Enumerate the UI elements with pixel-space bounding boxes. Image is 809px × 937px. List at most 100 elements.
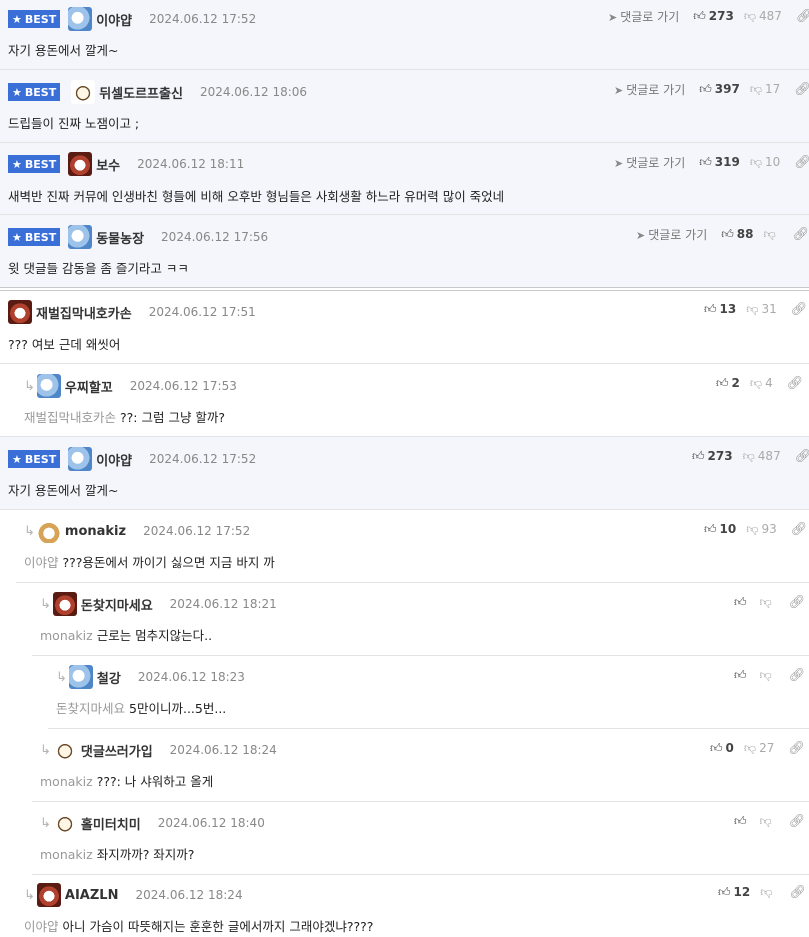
avatar[interactable] (52, 738, 77, 762)
link-icon[interactable]: 🔗︎ (789, 814, 806, 829)
downvote-button[interactable]: 👎︎ 487 (743, 449, 781, 464)
nickname[interactable]: 이야얍 (96, 450, 132, 469)
downvote-button[interactable]: 👎︎ 93 (746, 522, 776, 537)
downvote-button[interactable]: 👎︎ (760, 595, 775, 610)
avatar[interactable] (36, 519, 61, 543)
nickname[interactable]: AIAZLN (65, 888, 119, 903)
downvote-button[interactable]: 👎︎ (763, 227, 778, 242)
upvote-button[interactable]: 👍︎ 10 (704, 522, 736, 537)
avatar[interactable] (52, 811, 77, 835)
nickname[interactable]: 재벌집막내호카손 (36, 303, 132, 322)
upvote-button[interactable]: 👍︎ 88 (721, 227, 753, 242)
thumbs-up-icon: 👍︎ (692, 448, 705, 463)
upvote-button[interactable]: 👍︎ 273 (692, 449, 733, 464)
downvote-button[interactable]: 👎︎ 17 (750, 82, 780, 97)
goto-reply-link[interactable]: ➤ 댓글로 가기 (614, 81, 685, 98)
timestamp: 2024.06.12 18:40 (157, 816, 265, 830)
link-icon[interactable]: 🔗︎ (789, 595, 806, 610)
downvote-button[interactable]: 👎︎ 487 (744, 9, 782, 24)
nickname[interactable]: monakiz (65, 524, 126, 539)
link-icon[interactable]: 🔗︎ (788, 741, 805, 756)
link-icon[interactable]: 🔗︎ (793, 227, 809, 242)
nickname[interactable]: 보수 (96, 155, 120, 174)
send-icon: ➤ (614, 83, 624, 97)
downvote-button[interactable]: 👎︎ 31 (746, 302, 776, 317)
link-icon[interactable]: 🔗︎ (795, 449, 809, 464)
thumbs-up-icon: 👍︎ (734, 813, 747, 828)
upvote-button[interactable]: 👍︎ (734, 668, 750, 683)
upvote-button[interactable]: 👍︎ (734, 814, 750, 829)
star-icon: ★ (12, 230, 22, 244)
nickname[interactable]: 돈찾지마세요 (81, 595, 153, 614)
thumbs-up-icon: 👍︎ (704, 301, 717, 316)
link-icon[interactable]: 🔗︎ (794, 155, 809, 170)
avatar[interactable] (68, 447, 93, 471)
link-icon[interactable]: 🔗︎ (796, 9, 809, 24)
upvote-button[interactable]: 👍︎ 397 (699, 82, 740, 97)
thumbs-down-icon: 👎︎ (749, 154, 763, 169)
goto-reply-link[interactable]: ➤ 댓글로 가기 (614, 154, 685, 171)
thumbs-up-icon: 👍︎ (704, 521, 717, 536)
link-icon[interactable]: 🔗︎ (791, 302, 808, 317)
goto-reply-link[interactable]: ➤ 댓글로 가기 (608, 8, 679, 25)
nickname[interactable]: 우찌할꼬 (65, 377, 113, 396)
avatar[interactable] (52, 592, 77, 616)
mention-link[interactable]: 이야얍 (24, 919, 59, 934)
comment-item: ★ BEST 보수 2024.06.12 18:11 ➤ 댓글로 가기 👍︎ 319 … (0, 143, 809, 215)
send-icon: ➤ (614, 156, 624, 170)
thumbs-down-icon: 👎︎ (763, 226, 776, 241)
nickname[interactable]: 이야얍 (96, 10, 132, 29)
avatar[interactable] (68, 152, 93, 176)
downvote-button[interactable]: 👎︎ 4 (750, 376, 773, 391)
nickname[interactable]: 홀미터치미 (81, 814, 141, 833)
goto-reply-link[interactable]: ➤ 댓글로 가기 (636, 226, 707, 243)
comment-text: 이야얍 아니 가슴이 따뜻해지는 훈훈한 글에서까지 그래야겠냐???? (24, 919, 374, 934)
nickname[interactable]: 동물농장 (96, 228, 144, 247)
mention-link[interactable]: monakiz (40, 847, 93, 862)
mention-link[interactable]: 돈찾지마세요 (56, 701, 125, 716)
upvote-button[interactable]: 👍︎ (734, 595, 750, 610)
comment-item: ★ BEST 이야얍 2024.06.12 17:52 ➤ 댓글로 가기 👍︎ 273… (0, 0, 809, 70)
link-icon[interactable]: 🔗︎ (789, 668, 806, 683)
upvote-button[interactable]: 👍︎ 2 (716, 376, 740, 391)
upvote-button[interactable]: 👍︎ 12 (718, 885, 750, 900)
nickname[interactable]: 댓글쓰러가입 (81, 741, 153, 760)
nickname[interactable]: 뒤셀도르프출신 (99, 83, 183, 102)
avatar[interactable] (36, 883, 61, 907)
thumbs-up-icon: 👍︎ (734, 594, 747, 609)
downvote-button[interactable]: 👎︎ (760, 668, 775, 683)
upvote-button[interactable]: 👍︎ 0 (710, 741, 734, 756)
link-icon[interactable]: 🔗︎ (794, 82, 809, 97)
mention-link[interactable]: 재벌집막내호카손 (24, 410, 116, 425)
reply-item: ↳ 철강 2024.06.12 18:23 👍︎ 👎︎ 🔗︎ 돈찾지마세요 5만이… (48, 656, 809, 729)
thumbs-down-icon: 👎︎ (746, 301, 759, 316)
nickname[interactable]: 철강 (97, 668, 121, 687)
link-icon[interactable]: 🔗︎ (791, 522, 808, 537)
avatar[interactable] (8, 300, 32, 324)
avatar[interactable] (68, 225, 93, 249)
reply-item: ↳ 댓글쓰러가입 2024.06.12 18:24 👍︎ 0 👎︎ 27 🔗︎ mo… (32, 729, 809, 802)
link-icon[interactable]: 🔗︎ (787, 376, 804, 391)
avatar[interactable] (71, 80, 96, 104)
comment-text: 새벽반 진짜 커뮤에 인생바친 형들에 비해 오후반 형님들은 사회생활 하느라… (8, 189, 505, 204)
avatar[interactable] (36, 374, 61, 398)
thumbs-down-icon: 👎︎ (742, 448, 755, 463)
star-icon: ★ (12, 157, 22, 171)
mention-link[interactable]: 이야얍 (24, 555, 59, 570)
avatar[interactable] (68, 7, 93, 31)
thumbs-down-icon: 👎︎ (760, 884, 773, 899)
mention-link[interactable]: monakiz (40, 774, 93, 789)
upvote-button[interactable]: 👍︎ 319 (699, 155, 740, 170)
avatar[interactable] (68, 665, 93, 689)
upvote-button[interactable]: 👍︎ 273 (693, 9, 734, 24)
best-badge: ★ BEST (8, 155, 61, 173)
upvote-button[interactable]: 👍︎ 13 (704, 302, 736, 317)
mention-link[interactable]: monakiz (40, 628, 93, 643)
star-icon: ★ (12, 12, 22, 26)
downvote-button[interactable]: 👎︎ 10 (750, 155, 780, 170)
downvote-button[interactable]: 👎︎ (760, 885, 775, 900)
best-badge: ★ BEST (8, 450, 61, 468)
link-icon[interactable]: 🔗︎ (789, 885, 806, 900)
downvote-button[interactable]: 👎︎ (760, 814, 775, 829)
downvote-button[interactable]: 👎︎ 27 (744, 741, 774, 756)
